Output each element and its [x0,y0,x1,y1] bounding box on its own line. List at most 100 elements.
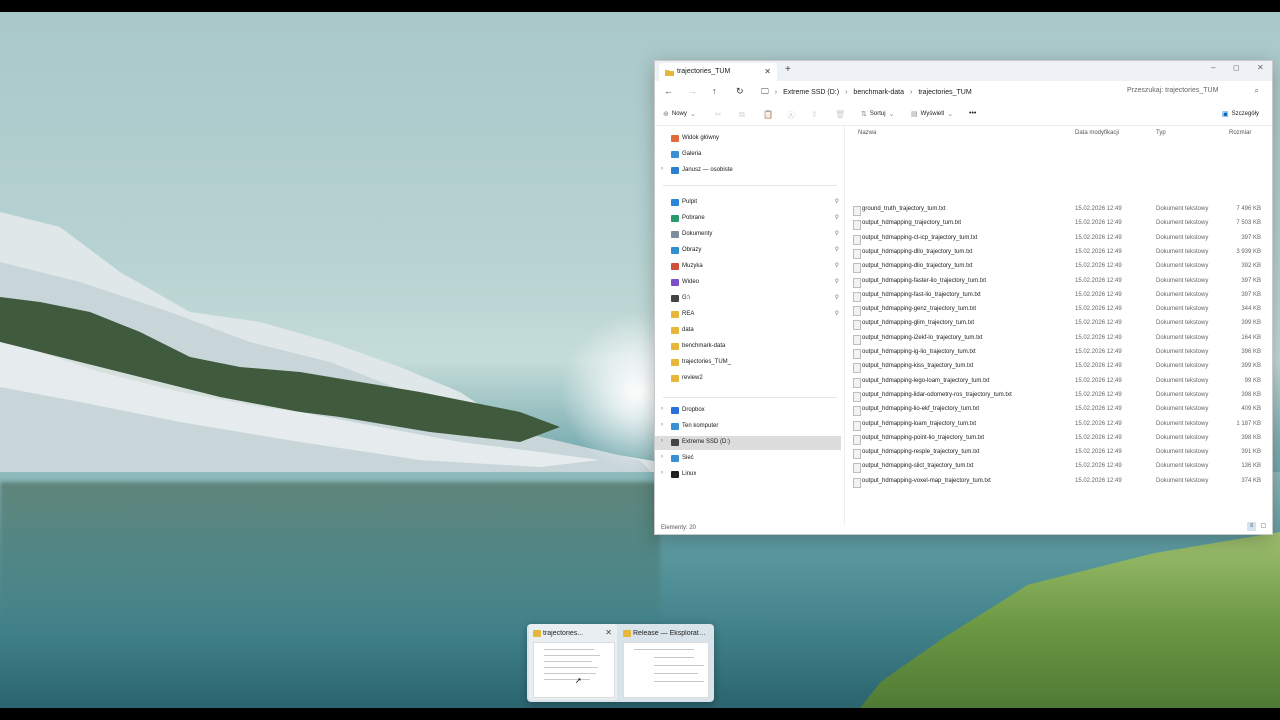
table-row[interactable]: output_hdmapping-kiss_trajectory_tum.txt… [849,360,1269,374]
sidebar-item[interactable]: REA ⚲ [655,308,841,322]
table-row[interactable]: output_hdmapping-faster-lio_trajectory_t… [849,275,1269,289]
table-row[interactable]: output_hdmapping-lidar-odometry-ros_traj… [849,389,1269,403]
chevron-right-icon[interactable]: › [661,438,663,444]
share-icon[interactable]: ⇪ [811,110,818,119]
delete-icon[interactable]: 🗑 [835,110,845,119]
cut-icon[interactable]: ✂ [715,110,722,119]
view-button[interactable]: ▤ Wyświetl ⌄ [911,110,953,118]
table-row[interactable]: output_hdmapping-slict_trajectory_tum.tx… [849,460,1269,474]
text-file-icon [853,263,861,274]
table-row[interactable]: output_hdmapping-ig-lio_trajectory_tum.t… [849,346,1269,360]
column-header-date[interactable]: Data modyfikacji [1075,130,1119,136]
back-arrow-icon[interactable]: ← [664,86,673,96]
details-view-icon[interactable]: ≡ [1247,522,1256,531]
table-row[interactable]: output_hdmapping-fast-lio_trajectory_tum… [849,289,1269,303]
pin-icon[interactable]: ⚲ [835,262,839,269]
sidebar-item[interactable]: Widok główny [655,132,841,146]
tab-trajectories[interactable]: trajectories_TUM ✕ [659,63,777,81]
sidebar-item[interactable]: Galeria [655,148,841,162]
table-row[interactable]: output_hdmapping-lio-ekf_trajectory_tum.… [849,403,1269,417]
file-name: output_hdmapping-glim_trajectory_tum.txt [862,320,975,327]
computer-icon[interactable]: 🖵 [761,87,769,97]
table-row[interactable]: output_hdmapping-point-lio_trajectory_tu… [849,432,1269,446]
minimize-button[interactable]: – [1211,63,1215,72]
sidebar-item[interactable]: › Dropbox [655,404,841,418]
sidebar-item[interactable]: Dokumenty ⚲ [655,228,841,242]
search-input[interactable]: Przeszukaj: trajectories_TUM ⌕ [1123,85,1263,99]
sidebar-item[interactable]: benchmark-data [655,340,841,354]
sidebar-item[interactable]: Obrazy ⚲ [655,244,841,258]
sidebar-item[interactable]: trajectories_TUM_ [655,356,841,370]
chevron-down-icon: ⌄ [888,111,895,118]
up-arrow-icon[interactable]: ↑ [712,86,717,96]
chevron-right-icon[interactable]: › [661,166,663,172]
column-header-size[interactable]: Rozmiar [1229,130,1251,136]
table-row[interactable]: output_hdmapping-i2ekf-lo_trajectory_tum… [849,332,1269,346]
thumbnail-release[interactable]: Release — Eksplorator plik... [619,624,711,700]
table-row[interactable]: output_hdmapping-dllo_trajectory_tum.txt… [849,246,1269,260]
chevron-right-icon[interactable]: › [661,422,663,428]
table-row[interactable]: ground_truth_trajectory_tum.txt 15.02.202… [849,203,1269,217]
sidebar-item[interactable]: review2 [655,372,841,386]
chevron-right-icon[interactable]: › [910,89,912,96]
table-row[interactable]: output_hdmapping-lego-loam_trajectory_tu… [849,375,1269,389]
sidebar-item[interactable]: G:\ ⚲ [655,292,841,306]
thumbnail-trajectories[interactable]: trajectories... ✕ ➚ [529,624,617,700]
new-tab-button[interactable]: + [785,64,791,75]
sidebar-item[interactable]: › Linux [655,468,841,482]
paste-icon[interactable]: 📋 [763,110,773,119]
breadcrumb-drive[interactable]: Extreme SSD (D:) [783,89,839,96]
chevron-right-icon[interactable]: › [845,89,847,96]
copy-icon[interactable]: ⧉ [739,110,745,120]
close-tab-icon[interactable]: ✕ [764,67,771,76]
new-button[interactable]: ⊕ Nowy ⌄ [663,110,696,118]
sidebar-item[interactable]: › Extreme SSD (D:) [655,436,841,450]
pin-icon[interactable]: ⚲ [835,294,839,301]
table-row[interactable]: output_hdmapping-voxel-map_trajectory_tu… [849,475,1269,489]
column-header-type[interactable]: Typ [1156,130,1166,136]
refresh-icon[interactable]: ↻ [736,86,744,97]
table-row[interactable]: output_hdmapping-genz_trajectory_tum.txt… [849,303,1269,317]
close-thumbnail-icon[interactable]: ✕ [605,628,612,637]
table-row[interactable]: output_hdmapping-loam_trajectory_tum.txt… [849,418,1269,432]
forward-arrow-icon[interactable]: → [688,86,697,96]
maximize-button[interactable]: ◻ [1233,63,1240,72]
pin-icon[interactable]: ⚲ [835,230,839,237]
pin-icon[interactable]: ⚲ [835,246,839,253]
chevron-down-icon: ⌄ [947,111,954,118]
pin-icon[interactable]: ⚲ [835,214,839,221]
sidebar-item[interactable]: Pobrane ⚲ [655,212,841,226]
more-options-button[interactable]: ••• [969,110,976,117]
sidebar-item[interactable]: Pulpit ⚲ [655,196,841,210]
sort-button[interactable]: ⇅ Sortuj ⌄ [861,110,894,118]
text-file-icon [853,377,861,388]
chevron-right-icon[interactable]: › [661,406,663,412]
details-pane-button[interactable]: ▣ Szczegóły [1222,110,1259,118]
breadcrumb-trajectories[interactable]: trajectories_TUM [918,89,971,96]
table-row[interactable]: output_hdmapping-ct-icp_trajectory_tum.t… [849,232,1269,246]
chevron-right-icon[interactable]: › [661,454,663,460]
sidebar-item[interactable]: Wideo ⚲ [655,276,841,290]
text-file-icon [853,320,861,331]
tiles-view-icon[interactable]: ▢ [1259,522,1268,531]
pin-icon[interactable]: ⚲ [835,310,839,317]
rename-icon[interactable]: Ⓐ [787,110,795,121]
chevron-right-icon[interactable]: › [775,89,777,96]
pin-icon[interactable]: ⚲ [835,278,839,285]
table-row[interactable]: output_hdmapping-dlio_trajectory_tum.txt… [849,260,1269,274]
table-row[interactable]: output_hdmapping_trajectory_tum.txt 15.02… [849,217,1269,231]
breadcrumb-benchmark-data[interactable]: benchmark-data [853,89,904,96]
table-row[interactable]: output_hdmapping-resple_trajectory_tum.t… [849,446,1269,460]
sidebar-item[interactable]: › Ten komputer [655,420,841,434]
sidebar-item[interactable]: data [655,324,841,338]
file-date: 15.02.2026 12:49 [1075,291,1122,298]
close-window-button[interactable]: ✕ [1257,63,1264,72]
sidebar-item[interactable]: › Sieć [655,452,841,466]
pane-divider[interactable] [844,125,845,525]
sidebar-item[interactable]: Muzyka ⚲ [655,260,841,274]
chevron-right-icon[interactable]: › [661,470,663,476]
column-header-name[interactable]: Nazwa [858,130,876,136]
table-row[interactable]: output_hdmapping-glim_trajectory_tum.txt… [849,317,1269,331]
sidebar-item[interactable]: › Janusz — osobiste [655,164,841,178]
pin-icon[interactable]: ⚲ [835,198,839,205]
